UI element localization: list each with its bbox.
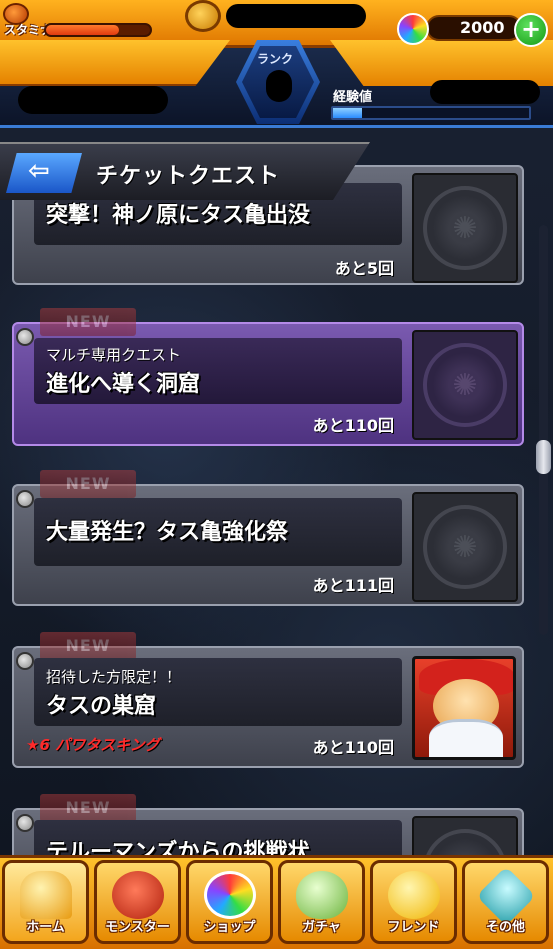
new-badge: NEW [40,308,136,336]
quest-remaining-count: あと110回 [312,416,394,435]
stamina-bar [44,23,152,37]
quest-title: 進化へ導く洞窟 [46,372,201,397]
monster-icon [111,871,164,919]
nav-home[interactable]: ホーム [2,860,89,944]
quest-subtitle: 招待した方限定！！ [46,668,182,686]
nav-label: その他 [485,920,525,935]
nav-label: モンスター [105,920,170,935]
player-badge-icon[interactable] [185,0,221,32]
redacted-player-info [18,86,168,114]
quest-card[interactable]: NEW マルチ専用クエスト 進化へ導く洞窟 あと110回 ✺ [12,308,524,446]
home-icon [19,871,72,919]
quest-subtitle: マルチ専用クエスト [46,346,182,364]
dragon-emblem-icon: ✺ [423,505,507,589]
quest-thumbnail: ✺ [412,173,518,283]
stamina-bar-fill [46,25,119,35]
pin-icon [16,490,34,508]
quest-card[interactable]: NEW 招待した方限定！！ タスの巣窟 ★6 パワタスキング あと110回 [12,632,524,768]
quest-title: タスの巣窟 [46,694,157,719]
pin-icon [16,652,34,670]
new-badge: NEW [40,632,136,660]
header-left-panel [0,40,230,86]
nav-label: フレンド [387,920,440,935]
header: スタミナ 2000 + ランク 経験値 [0,0,553,130]
friends-icon [387,871,440,919]
orb-icon [397,13,429,45]
quest-thumbnail: ✺ [412,492,518,602]
nav-label: ホーム [26,920,65,935]
quest-reward: ★6 パワタスキング [26,736,160,754]
nav-other[interactable]: その他 [462,860,549,944]
pin-icon [16,328,34,346]
nav-monster[interactable]: モンスター [94,860,181,944]
redacted-rank-value [266,70,292,102]
quest-title: 大量発生？タス亀強化祭 [46,520,289,545]
back-arrow-icon: ⇦ [28,156,50,186]
egg-icon [295,871,348,919]
monster-egg [429,719,503,757]
pin-icon [16,814,34,832]
exp-bar-fill [333,108,363,118]
scrollbar-thumb[interactable] [536,440,551,474]
add-orb-button[interactable]: + [514,13,548,47]
nav-label: ガチャ [302,920,341,935]
orb-icon [203,871,256,919]
rank-label: ランク [257,52,294,66]
monster-portrait [412,656,516,760]
nav-friend[interactable]: フレンド [370,860,457,944]
new-badge: NEW [40,794,136,822]
quest-thumbnail: ✺ [412,330,518,440]
quest-card[interactable]: NEW 大量発生？タス亀強化祭 あと111回 ✺ [12,470,524,606]
exp-bar [331,106,531,120]
redacted-exp-value [430,80,540,104]
orb-count: 2000 [460,18,505,37]
dragon-emblem-icon: ✺ [423,343,507,427]
exp-label: 経験値 [333,90,373,105]
redacted-player-name [226,4,366,28]
quest-title: 突撃！神ノ原にタス亀出没 [46,203,311,228]
nav-shop[interactable]: ショップ [186,860,273,944]
quest-remaining-count: あと5回 [334,259,394,278]
page-title: チケットクエスト [96,164,281,189]
nav-label: ショップ [203,920,256,935]
nav-gacha[interactable]: ガチャ [278,860,365,944]
quest-remaining-count: あと110回 [312,738,394,757]
new-badge: NEW [40,470,136,498]
scrollbar-track[interactable] [539,225,548,635]
dragon-emblem-icon: ✺ [423,186,507,270]
quest-remaining-count: あと111回 [312,576,394,595]
